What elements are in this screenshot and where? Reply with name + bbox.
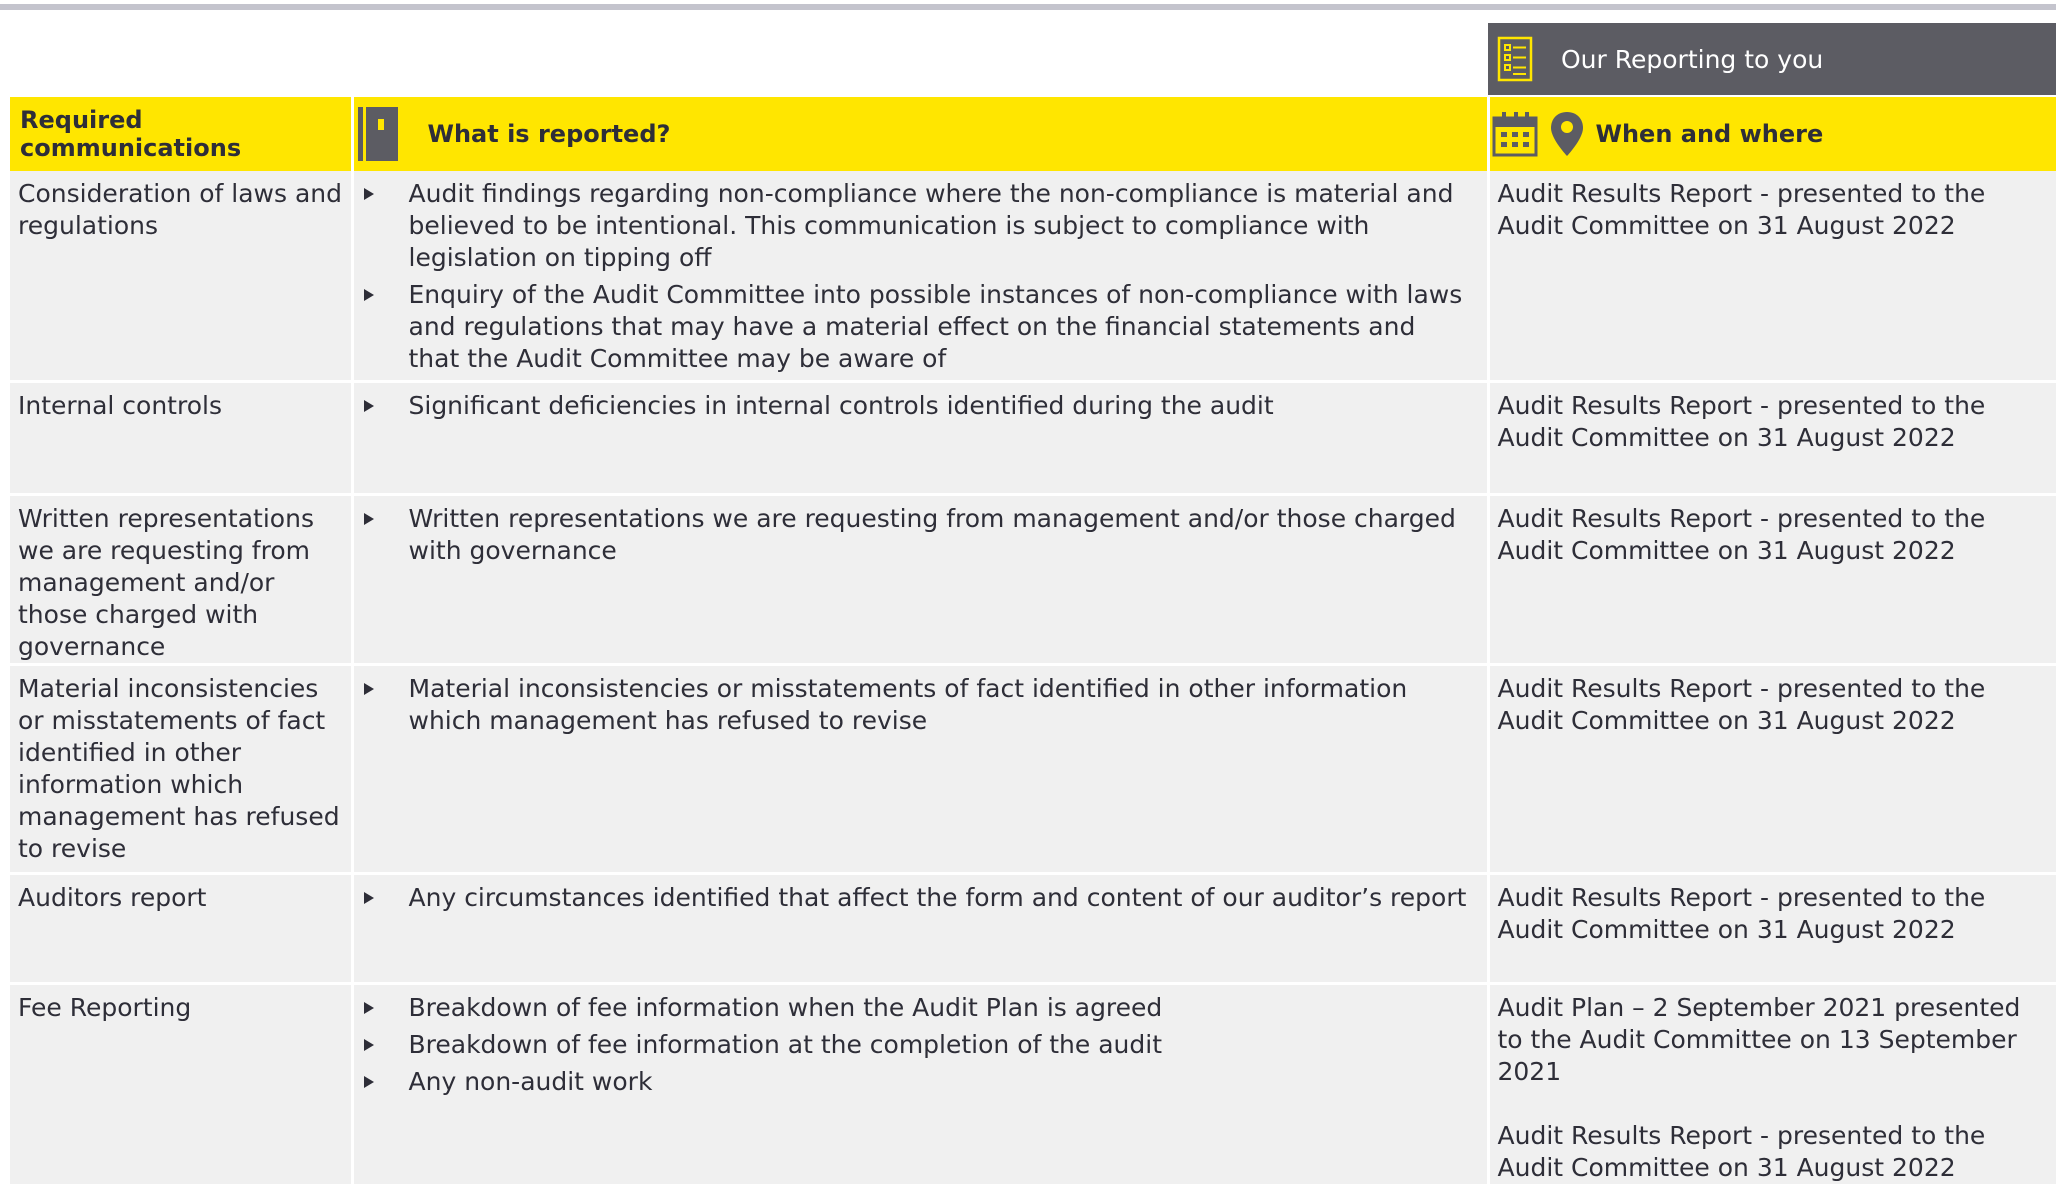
header-required-communications: Required communications	[10, 97, 354, 171]
reported-item-text: Breakdown of fee information at the comp…	[408, 1030, 1163, 1059]
what-is-reported-cell: Material inconsistencies or misstatement…	[352, 664, 1490, 875]
what-is-reported-cell: Significant deficiencies in internal con…	[352, 381, 1490, 496]
when-and-where-text: Audit Results Report - presented to the …	[1497, 883, 1986, 944]
reported-item-text: Audit findings regarding non-compliance …	[408, 179, 1454, 272]
when-and-where-text: Audit Results Report - presented to the …	[1497, 179, 1986, 240]
bullet-triangle-icon	[363, 513, 374, 525]
bullet-triangle-icon	[363, 289, 374, 301]
what-is-reported-cell: Written representations we are requestin…	[352, 494, 1490, 666]
communication-label: Auditors report	[18, 883, 207, 912]
list-item: Enquiry of the Audit Committee into poss…	[362, 279, 1471, 375]
bullet-triangle-icon	[363, 1002, 374, 1014]
when-and-where-cell: Audit Results Report - presented to the …	[1488, 381, 2056, 496]
list-item: Any non-audit work	[362, 1066, 1471, 1098]
reported-item-text: Material inconsistencies or misstatement…	[408, 674, 1408, 735]
reported-items-list: Written representations we are requestin…	[354, 496, 1487, 567]
calendar-icon	[1492, 112, 1537, 157]
what-is-reported-cell: Breakdown of fee information when the Au…	[352, 983, 1490, 1187]
list-item: Audit findings regarding non-compliance …	[362, 178, 1471, 274]
table-row: Internal controls Significant deficiencie…	[10, 381, 2056, 496]
table-row: Consideration of laws and regulations Aud…	[10, 171, 2056, 383]
list-item: Written representations we are requestin…	[362, 503, 1471, 567]
reported-item-text: Any non-audit work	[408, 1067, 653, 1096]
location-pin-icon	[1550, 112, 1583, 156]
top-divider	[0, 4, 2056, 10]
when-and-where-text: Audit Results Report - presented to the …	[1497, 674, 1986, 735]
bullet-triangle-icon	[363, 188, 374, 200]
required-communication-cell: Consideration of laws and regulations	[10, 171, 354, 383]
reported-items-list: Any circumstances identified that affect…	[354, 875, 1487, 914]
bullet-triangle-icon	[363, 1039, 374, 1051]
table-row: Fee Reporting Breakdown of fee informatio…	[10, 983, 2056, 1187]
header-col1-label: Required communications	[20, 106, 242, 162]
reported-item-text: Written representations we are requestin…	[408, 504, 1456, 565]
required-communication-cell: Material inconsistencies or misstatement…	[10, 664, 354, 875]
list-item: Significant deficiencies in internal con…	[362, 390, 1471, 422]
reported-item-text: Any circumstances identified that affect…	[408, 883, 1467, 912]
list-item: Breakdown of fee information at the comp…	[362, 1029, 1471, 1061]
reported-item-text: Enquiry of the Audit Committee into poss…	[408, 280, 1463, 373]
bullet-triangle-icon	[363, 892, 374, 904]
header-when-and-where: When and where	[1488, 97, 2056, 171]
bullet-triangle-icon	[363, 683, 374, 695]
required-communication-cell: Internal controls	[10, 381, 354, 496]
notebook-icon	[357, 107, 398, 161]
table-row: Written representations we are requestin…	[10, 494, 2056, 666]
communication-label: Written representations we are requestin…	[18, 504, 314, 661]
reported-items-list: Audit findings regarding non-compliance …	[354, 171, 1487, 375]
reported-item-text: Breakdown of fee information when the Au…	[408, 993, 1163, 1022]
table-row: Auditors report Any circumstances identif…	[10, 873, 2056, 985]
when-and-where-text: Audit Results Report - presented to the …	[1497, 391, 1986, 452]
required-communication-cell: Auditors report	[10, 873, 354, 985]
when-and-where-cell: Audit Results Report - presented to the …	[1488, 494, 2056, 666]
reported-item-text: Significant deficiencies in internal con…	[408, 391, 1274, 420]
communication-label: Internal controls	[18, 391, 222, 420]
reported-items-list: Material inconsistencies or misstatement…	[354, 666, 1487, 737]
communication-label: Material inconsistencies or misstatement…	[18, 674, 340, 863]
when-and-where-cell: Audit Results Report - presented to the …	[1488, 873, 2056, 985]
when-and-where-text: Audit Results Report - presented to the …	[1497, 504, 1986, 565]
reported-items-list: Significant deficiencies in internal con…	[354, 383, 1487, 422]
header-col3-label: When and where	[1595, 120, 1824, 148]
header-col2-label: What is reported?	[427, 120, 671, 148]
what-is-reported-cell: Audit findings regarding non-compliance …	[352, 171, 1490, 383]
required-communication-cell: Written representations we are requestin…	[10, 494, 354, 666]
communication-label: Fee Reporting	[18, 993, 192, 1022]
checklist-icon	[1497, 36, 1533, 82]
bullet-triangle-icon	[363, 1076, 374, 1088]
table-header-row: Required communications What is reported…	[10, 97, 2056, 171]
header-what-is-reported: What is reported?	[352, 97, 1490, 171]
required-communication-cell: Fee Reporting	[10, 983, 354, 1187]
required-communications-table: Required communications What is reported…	[10, 97, 2056, 1187]
list-item: Breakdown of fee information when the Au…	[362, 992, 1471, 1024]
reporting-banner: Our Reporting to you	[1488, 23, 2056, 95]
list-item: Any circumstances identified that affect…	[362, 882, 1471, 914]
what-is-reported-cell: Any circumstances identified that affect…	[352, 873, 1490, 985]
when-and-where-cell: Audit Results Report - presented to the …	[1488, 664, 2056, 875]
bullet-triangle-icon	[363, 400, 374, 412]
when-and-where-text: Audit Plan – 2 September 2021 presented …	[1497, 993, 2021, 1086]
when-and-where-text: Audit Results Report - presented to the …	[1497, 1121, 1986, 1182]
table-row: Material inconsistencies or misstatement…	[10, 664, 2056, 875]
list-item: Material inconsistencies or misstatement…	[362, 673, 1471, 737]
reporting-banner-title: Our Reporting to you	[1561, 44, 1824, 74]
when-and-where-cell: Audit Results Report - presented to the …	[1488, 171, 2056, 383]
communication-label: Consideration of laws and regulations	[18, 179, 343, 240]
reported-items-list: Breakdown of fee information when the Au…	[354, 985, 1487, 1098]
when-and-where-cell: Audit Plan – 2 September 2021 presented …	[1488, 983, 2056, 1187]
